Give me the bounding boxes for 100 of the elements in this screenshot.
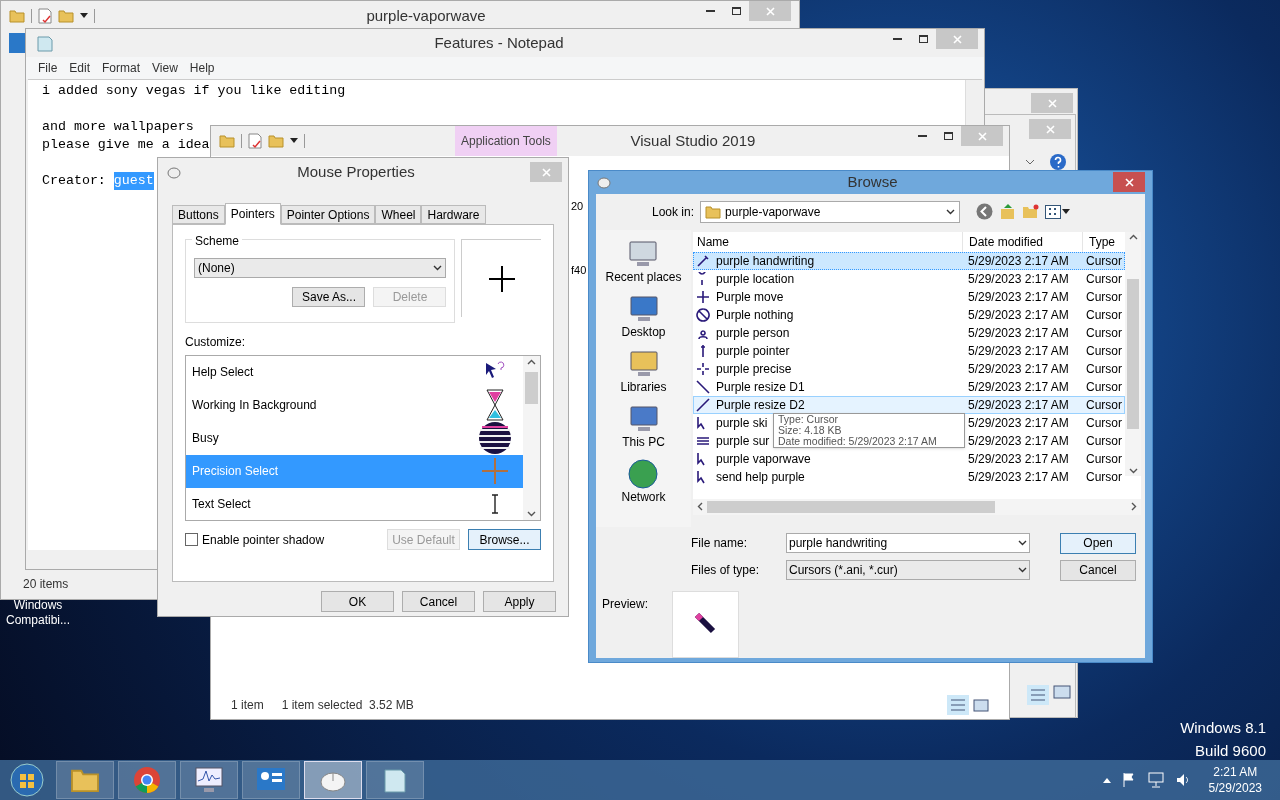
place-item[interactable]: Network: [621, 457, 666, 504]
scrollbar-thumb[interactable]: [525, 372, 538, 404]
scrollbar-thumb[interactable]: [1127, 278, 1139, 429]
folder-icon: [9, 9, 25, 23]
preview-view-icon[interactable]: [973, 698, 989, 712]
window-title: Visual Studio 2019: [629, 130, 757, 151]
close-icon: [1124, 177, 1134, 187]
dialog-button[interactable]: OK: [321, 591, 394, 612]
minimize-icon: [917, 134, 927, 138]
new-folder-icon[interactable]: [1022, 204, 1040, 219]
file-date: 5/29/2023 2:17 AM: [967, 414, 1070, 432]
list-text: f40: [571, 262, 587, 278]
menu-item[interactable]: Format: [98, 59, 145, 77]
scroll-up-icon[interactable]: [527, 359, 536, 365]
chevron-icon: [433, 265, 443, 271]
flag-icon[interactable]: [1120, 772, 1137, 788]
column-header[interactable]: Name: [693, 231, 963, 252]
menu-item[interactable]: Help: [185, 59, 219, 77]
dialog-button[interactable]: Cancel: [402, 591, 475, 612]
list-item[interactable]: Text Select: [186, 487, 523, 520]
menu-item[interactable]: File: [34, 59, 62, 77]
maximize-icon: [918, 35, 928, 43]
column-header[interactable]: Type: [1083, 231, 1125, 252]
back-icon[interactable]: [976, 203, 994, 220]
place-item[interactable]: This PC: [622, 402, 665, 449]
desktop-icon-label[interactable]: Windows Compatibi...: [2, 598, 74, 628]
close-icon: [765, 6, 775, 16]
list-item[interactable]: Busy: [186, 421, 523, 455]
help-icon[interactable]: [1049, 153, 1067, 171]
dialog-button[interactable]: Apply: [483, 591, 556, 612]
chevron-icon: [946, 208, 956, 215]
text-line: and more wallpapers: [42, 118, 194, 136]
browse-button[interactable]: Browse...: [468, 529, 541, 550]
place-item[interactable]: Desktop: [621, 292, 666, 339]
file-date: 5/29/2023 2:17 AM: [967, 432, 1070, 450]
hourglass-icon: [485, 388, 505, 421]
column-header[interactable]: Date modified: [963, 231, 1083, 252]
scheme-button[interactable]: Save As...: [292, 287, 366, 307]
file-type: Cursor: [1085, 306, 1123, 324]
taskbar-button[interactable]: [304, 761, 362, 799]
scrollbar-thumb[interactable]: [707, 500, 995, 513]
look-in-dropdown[interactable]: purple-vaporwave: [700, 200, 961, 223]
scroll-right-icon[interactable]: [1131, 502, 1137, 511]
up-folder-icon[interactable]: [999, 203, 1017, 220]
context-tab[interactable]: Application Tools: [455, 126, 557, 156]
start-button[interactable]: [8, 761, 46, 799]
scroll-up-icon[interactable]: [1128, 233, 1138, 240]
place-item[interactable]: Libraries: [620, 347, 667, 394]
file-date: 5/29/2023 2:17 AM: [967, 324, 1070, 342]
field-label: Look in:: [652, 203, 695, 221]
striped-ball-icon: [478, 421, 512, 455]
file-type-dropdown[interactable]: Cursors (*.ani, *.cur): [786, 559, 1030, 580]
notepad-icon: [382, 766, 408, 794]
dialog-button[interactable]: Cancel: [1060, 559, 1136, 581]
menu-item[interactable]: View: [148, 59, 182, 77]
list-item[interactable]: Working In Background: [186, 388, 523, 421]
dialog-button[interactable]: Open: [1060, 532, 1136, 554]
file-name: Purple move: [716, 288, 784, 306]
menu-item[interactable]: Edit: [65, 59, 95, 77]
file-name: purple vaporwave: [716, 450, 811, 468]
tab[interactable]: Wheel: [375, 205, 422, 224]
tab[interactable]: Hardware: [421, 205, 486, 224]
up-arrow-icon[interactable]: [1102, 777, 1111, 783]
file-date: 5/29/2023 2:17 AM: [967, 252, 1070, 270]
checkbox[interactable]: [185, 533, 198, 546]
scroll-left-icon[interactable]: [697, 502, 703, 511]
file-date: 5/29/2023 2:17 AM: [967, 306, 1070, 324]
file-name-field[interactable]: purple handwriting: [786, 532, 1030, 553]
file-date: 5/29/2023 2:17 AM: [967, 396, 1070, 414]
close-button[interactable]: [1113, 172, 1145, 193]
file-name: Purple resize D2: [716, 396, 805, 414]
file-row[interactable]: purple handwriting 5/29/2023 2:17 AM Cursor: [693, 251, 1125, 270]
tooltip-line: Size: 4.18 KB: [778, 424, 843, 436]
tab[interactable]: Buttons: [172, 205, 225, 224]
file-type: Cursor: [1085, 270, 1123, 288]
folder-icon: [268, 134, 284, 148]
network-icon[interactable]: [1146, 772, 1165, 788]
tab[interactable]: Pointer Options: [280, 205, 376, 224]
file-name: purple sur: [716, 432, 770, 450]
chevron-icon: [1018, 566, 1027, 573]
tab[interactable]: Pointers: [224, 203, 281, 225]
clock[interactable]: 2:21 AM 5/29/2023: [1200, 764, 1262, 796]
scroll-down-icon[interactable]: [1128, 467, 1138, 474]
window-title: Features - Notepad: [433, 32, 565, 53]
list-item[interactable]: Help Select: [186, 356, 523, 389]
file-date: 5/29/2023 2:17 AM: [967, 468, 1070, 486]
file-name: purple location: [716, 270, 795, 288]
scheme-dropdown[interactable]: (None): [194, 258, 447, 278]
view-menu-button[interactable]: [1045, 204, 1071, 219]
file-type: Cursor: [1085, 414, 1123, 432]
cursor-icon: [696, 361, 710, 376]
selected-text: guest: [113, 172, 154, 190]
scroll-down-icon[interactable]: [527, 511, 536, 517]
text-line: i added sony vegas if you like editing: [42, 82, 346, 100]
place-item[interactable]: Recent places: [605, 237, 682, 284]
close-icon: [952, 34, 962, 44]
cursor-icon: [696, 397, 710, 412]
speaker-icon[interactable]: [1174, 772, 1191, 788]
caret-icon: [1062, 208, 1071, 215]
file-row[interactable]: Purple resize D2 5/29/2023 2:17 AM Cursor: [693, 395, 1125, 414]
